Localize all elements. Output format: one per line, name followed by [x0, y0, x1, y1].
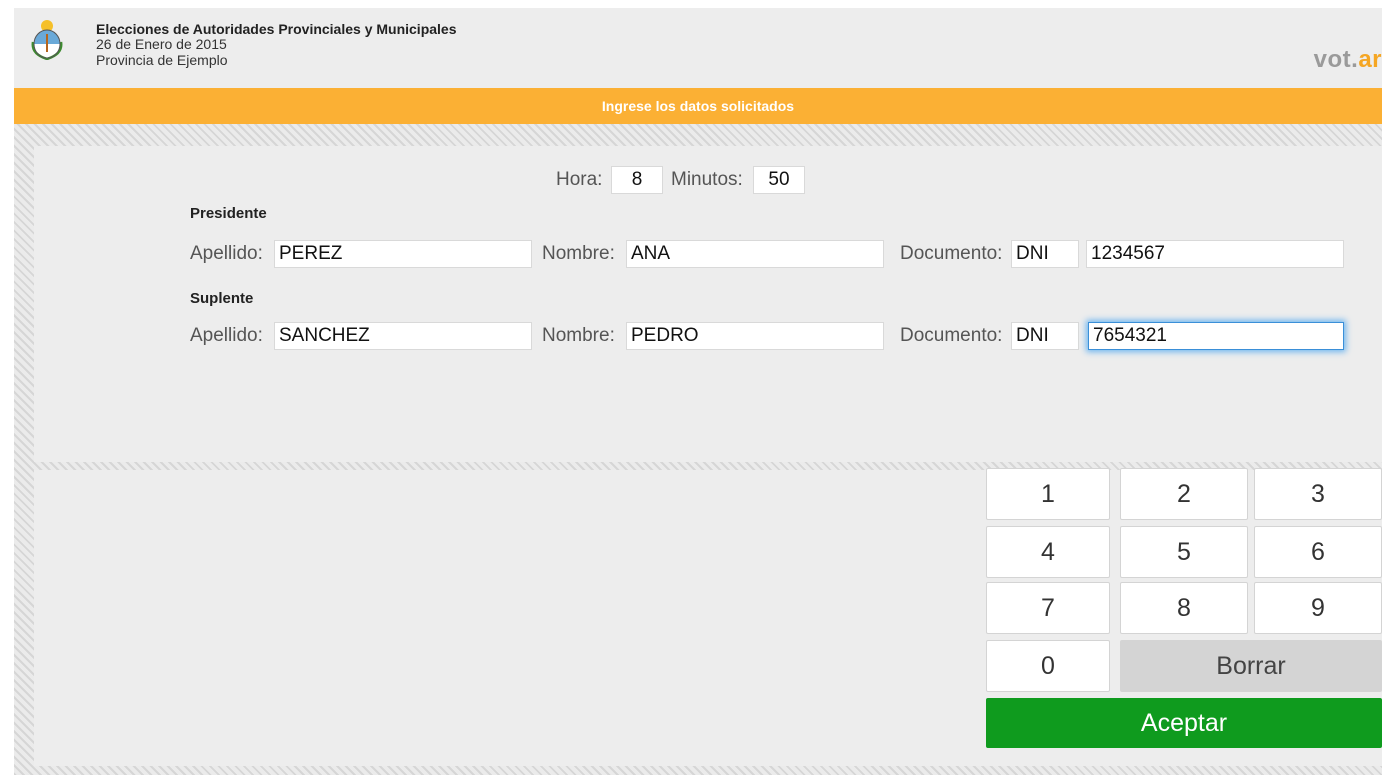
form-panel: Hora: 8 Minutos: 50 Presidente Apellido:…	[34, 146, 1382, 462]
key-7[interactable]: 7	[986, 582, 1110, 634]
election-title: Elecciones de Autoridades Provinciales y…	[96, 21, 457, 37]
suplente-documento-label: Documento:	[900, 325, 1003, 346]
suplente-apellido-input[interactable]: SANCHEZ	[274, 322, 532, 350]
province-name: Provincia de Ejemplo	[96, 52, 228, 68]
suplente-nombre-label: Nombre:	[542, 325, 615, 346]
key-2[interactable]: 2	[1120, 468, 1248, 520]
aceptar-button[interactable]: Aceptar	[986, 698, 1382, 748]
suplente-doc-number-input[interactable]: 7654321	[1088, 322, 1344, 350]
minutos-input[interactable]: 50	[753, 166, 805, 194]
key-8[interactable]: 8	[1120, 582, 1248, 634]
logo-suffix: ar	[1358, 46, 1382, 73]
key-0[interactable]: 0	[986, 640, 1110, 692]
instruction-banner: Ingrese los datos solicitados	[14, 88, 1382, 124]
key-5[interactable]: 5	[1120, 526, 1248, 578]
presidente-nombre-label: Nombre:	[542, 243, 615, 264]
hora-label: Hora:	[556, 169, 603, 190]
suplente-doc-type-input[interactable]: DNI	[1011, 322, 1079, 350]
hora-input[interactable]: 8	[611, 166, 663, 194]
key-3[interactable]: 3	[1254, 468, 1382, 520]
key-1[interactable]: 1	[986, 468, 1110, 520]
presidente-doc-type-input[interactable]: DNI	[1011, 240, 1079, 268]
presidente-nombre-input[interactable]: ANA	[626, 240, 884, 268]
argentina-coat-of-arms-icon	[31, 20, 63, 60]
suplente-nombre-input[interactable]: PEDRO	[626, 322, 884, 350]
presidente-documento-label: Documento:	[900, 243, 1003, 264]
app-frame: Elecciones de Autoridades Provinciales y…	[14, 8, 1382, 775]
suplente-apellido-label: Apellido:	[190, 325, 263, 346]
borrar-button[interactable]: Borrar	[1120, 640, 1382, 692]
vot-ar-logo: vot.ar	[1314, 46, 1382, 74]
suplente-section-label: Suplente	[190, 290, 254, 307]
keypad-area: 1 2 3 4 5 6 7 8 9 0 Borrar Aceptar	[34, 468, 1382, 766]
minutos-label: Minutos:	[671, 169, 743, 190]
header: Elecciones de Autoridades Provinciales y…	[14, 8, 1382, 86]
presidente-apellido-label: Apellido:	[190, 243, 263, 264]
key-6[interactable]: 6	[1254, 526, 1382, 578]
presidente-apellido-input[interactable]: PEREZ	[274, 240, 532, 268]
presidente-section-label: Presidente	[190, 205, 267, 222]
election-date: 26 de Enero de 2015	[96, 36, 227, 52]
logo-main: vot.	[1313, 46, 1359, 73]
presidente-doc-number-input[interactable]: 1234567	[1086, 240, 1344, 268]
key-9[interactable]: 9	[1254, 582, 1382, 634]
key-4[interactable]: 4	[986, 526, 1110, 578]
